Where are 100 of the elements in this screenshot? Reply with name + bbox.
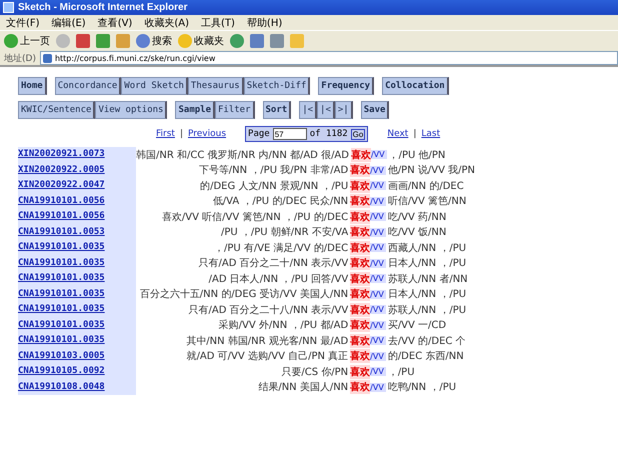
keyword-tag: /VV [370,258,386,268]
nav-button[interactable]: Collocation [382,77,449,95]
left-context: 低/VA ，/PU 的/DEC 民众/NN [212,195,350,208]
address-field[interactable]: http://corpus.fi.muni.cz/ske/run.cgi/view [40,51,618,65]
nav-button[interactable]: Thesaurus [188,77,244,95]
right-context: 的/DEC 东西/NN [386,350,465,364]
nav-button[interactable]: >| [334,101,353,119]
keyword: 喜欢 [350,163,370,178]
nav-button[interactable]: View options [95,101,168,119]
left-context: 下号等/NN ，/PU 我/PN 非常/AD [198,164,350,178]
nav-button[interactable]: Frequency [318,77,374,95]
address-label: 地址(D) [4,52,36,64]
left-context: 只有/AD 百分之二十八/NN 表示/VV [188,304,350,317]
right-context: 吃/VV 饭/NN [386,226,448,240]
keyword-tag: /VV [370,290,386,299]
keyword: 喜欢 [350,334,370,348]
document-link[interactable]: CNA19910101.0035 [18,318,136,333]
document-link[interactable]: CNA19910108.0048 [18,380,136,395]
keyword-tag: /VV [370,336,386,346]
keyword: 喜欢 [350,302,370,317]
document-link[interactable]: CNA19910101.0035 [18,286,136,302]
nav-button[interactable]: Filter [215,101,255,119]
keyword-tag: /VV [370,181,386,190]
toolbar-button[interactable]: 搜索 [136,34,172,48]
keyword-tag: /VV [370,243,386,252]
window-title: Sketch - Microsoft Internet Explorer [18,2,188,13]
document-link[interactable]: CNA19910101.0035 [18,333,136,348]
left-context: 其中/NN 韩国/NR 观光客/NN 最/AD [186,334,350,348]
nav-button[interactable]: Sort [262,101,292,119]
nav-button[interactable]: Word Sketch [121,77,188,95]
right-context: 他/PN 说/VV 我/PN [386,164,476,178]
keyword-tag: /VV [370,382,386,392]
document-link[interactable]: CNA19910101.0035 [18,256,136,271]
next-link[interactable]: Next [387,129,408,139]
left-context: 韩国/NR 和/CC 俄罗斯/NR 内/NN 都/AD 很/AD [136,148,350,162]
document-link[interactable]: CNA19910103.0005 [18,348,136,364]
keyword: 喜欢 [350,210,370,224]
menu-item[interactable]: 查看(V) [98,16,132,30]
right-context: 吃/VV 药/NN [386,210,448,224]
nav-button[interactable]: Sample [175,101,215,119]
nav-button[interactable]: Home [18,77,47,95]
menu-item[interactable]: 文件(F) [6,16,40,30]
separator: | [413,129,416,139]
right-context: 吃鸭/NN ，/PU [386,381,458,394]
keyword: 喜欢 [350,194,370,208]
keyword: 喜欢 [350,225,370,240]
right-context: ，/PU [386,366,416,379]
left-context: /AD 日本人/NN ，/PU 回答/VV [208,272,350,286]
keyword-tag: /VV [370,320,386,330]
nav-button[interactable]: Concordance [54,77,122,95]
nav-button[interactable]: Sketch-Diff [244,77,310,95]
menu-item[interactable]: 工具(T) [201,16,235,30]
right-context: 听信/VV 篱笆/NN [386,195,468,208]
document-link[interactable]: CNA19910105.0092 [18,364,136,380]
go-button[interactable]: Go [350,128,366,140]
browser-icon [3,2,14,13]
document-link[interactable]: CNA19910101.0053 [18,224,136,240]
toolbar-button[interactable]: 收藏夹 [178,34,224,48]
keyword-tag: /VV [370,274,386,284]
nav-button[interactable]: |< [317,101,335,119]
keyword: 喜欢 [350,240,370,255]
keyword-tag: /VV [370,352,386,361]
keyword: 喜欢 [350,287,370,302]
document-link[interactable]: XIN20020922.0005 [18,162,136,178]
left-context: 结果/NN 美国人/NN [258,380,350,394]
first-link[interactable]: First [156,129,175,139]
keyword-tag: /VV [370,196,386,206]
previous-link[interactable]: Previous [188,129,226,139]
document-link[interactable]: CNA19910101.0035 [18,271,136,286]
document-link[interactable]: CNA19910101.0056 [18,209,136,224]
left-context: 采购/VV 外/NN ，/PU 都/AD [218,318,350,332]
menu-item[interactable]: 帮助(H) [246,16,282,30]
document-link[interactable]: XIN20020921.0073 [18,147,136,162]
keyword: 喜欢 [350,148,371,162]
right-context: 画画/NN 的/DEC [386,180,465,193]
menu-item[interactable]: 收藏夹(A) [144,16,189,30]
right-context: 日本人/NN ，/PU [386,288,468,302]
left-context: 的/DEG 人文/NN 景观/NN ，/PU [200,180,350,193]
keyword-tag: /VV [370,212,386,222]
page-input[interactable]: 57 [272,128,307,140]
keyword: 喜欢 [350,178,370,193]
keyword: 喜欢 [350,318,370,332]
toolbar-button[interactable]: 上一页 [4,34,50,48]
menu-item[interactable]: 编辑(E) [52,16,86,30]
separator: | [180,129,183,139]
document-link[interactable]: CNA19910101.0035 [18,302,136,318]
keyword: 喜欢 [350,349,370,364]
right-context: 苏联人/NN ，/PU [386,304,468,317]
right-context: ，/PU 他/PN [388,148,446,162]
document-link[interactable]: XIN20020922.0047 [18,178,136,194]
right-context: 西藏人/NN ，/PU [386,242,468,255]
last-link[interactable]: Last [421,129,440,139]
document-link[interactable]: CNA19910101.0035 [18,240,136,256]
nav-button[interactable]: Save [360,101,390,119]
nav-button[interactable]: KWIC/Sentence [18,101,96,119]
keyword-tag: /VV [370,150,387,160]
document-link[interactable]: CNA19910101.0056 [18,194,136,209]
nav-button[interactable]: |< [299,101,318,119]
keyword: 喜欢 [350,272,370,286]
left-context: /PU ，/PU 朝鲜/NR 不安/VA [220,226,350,240]
